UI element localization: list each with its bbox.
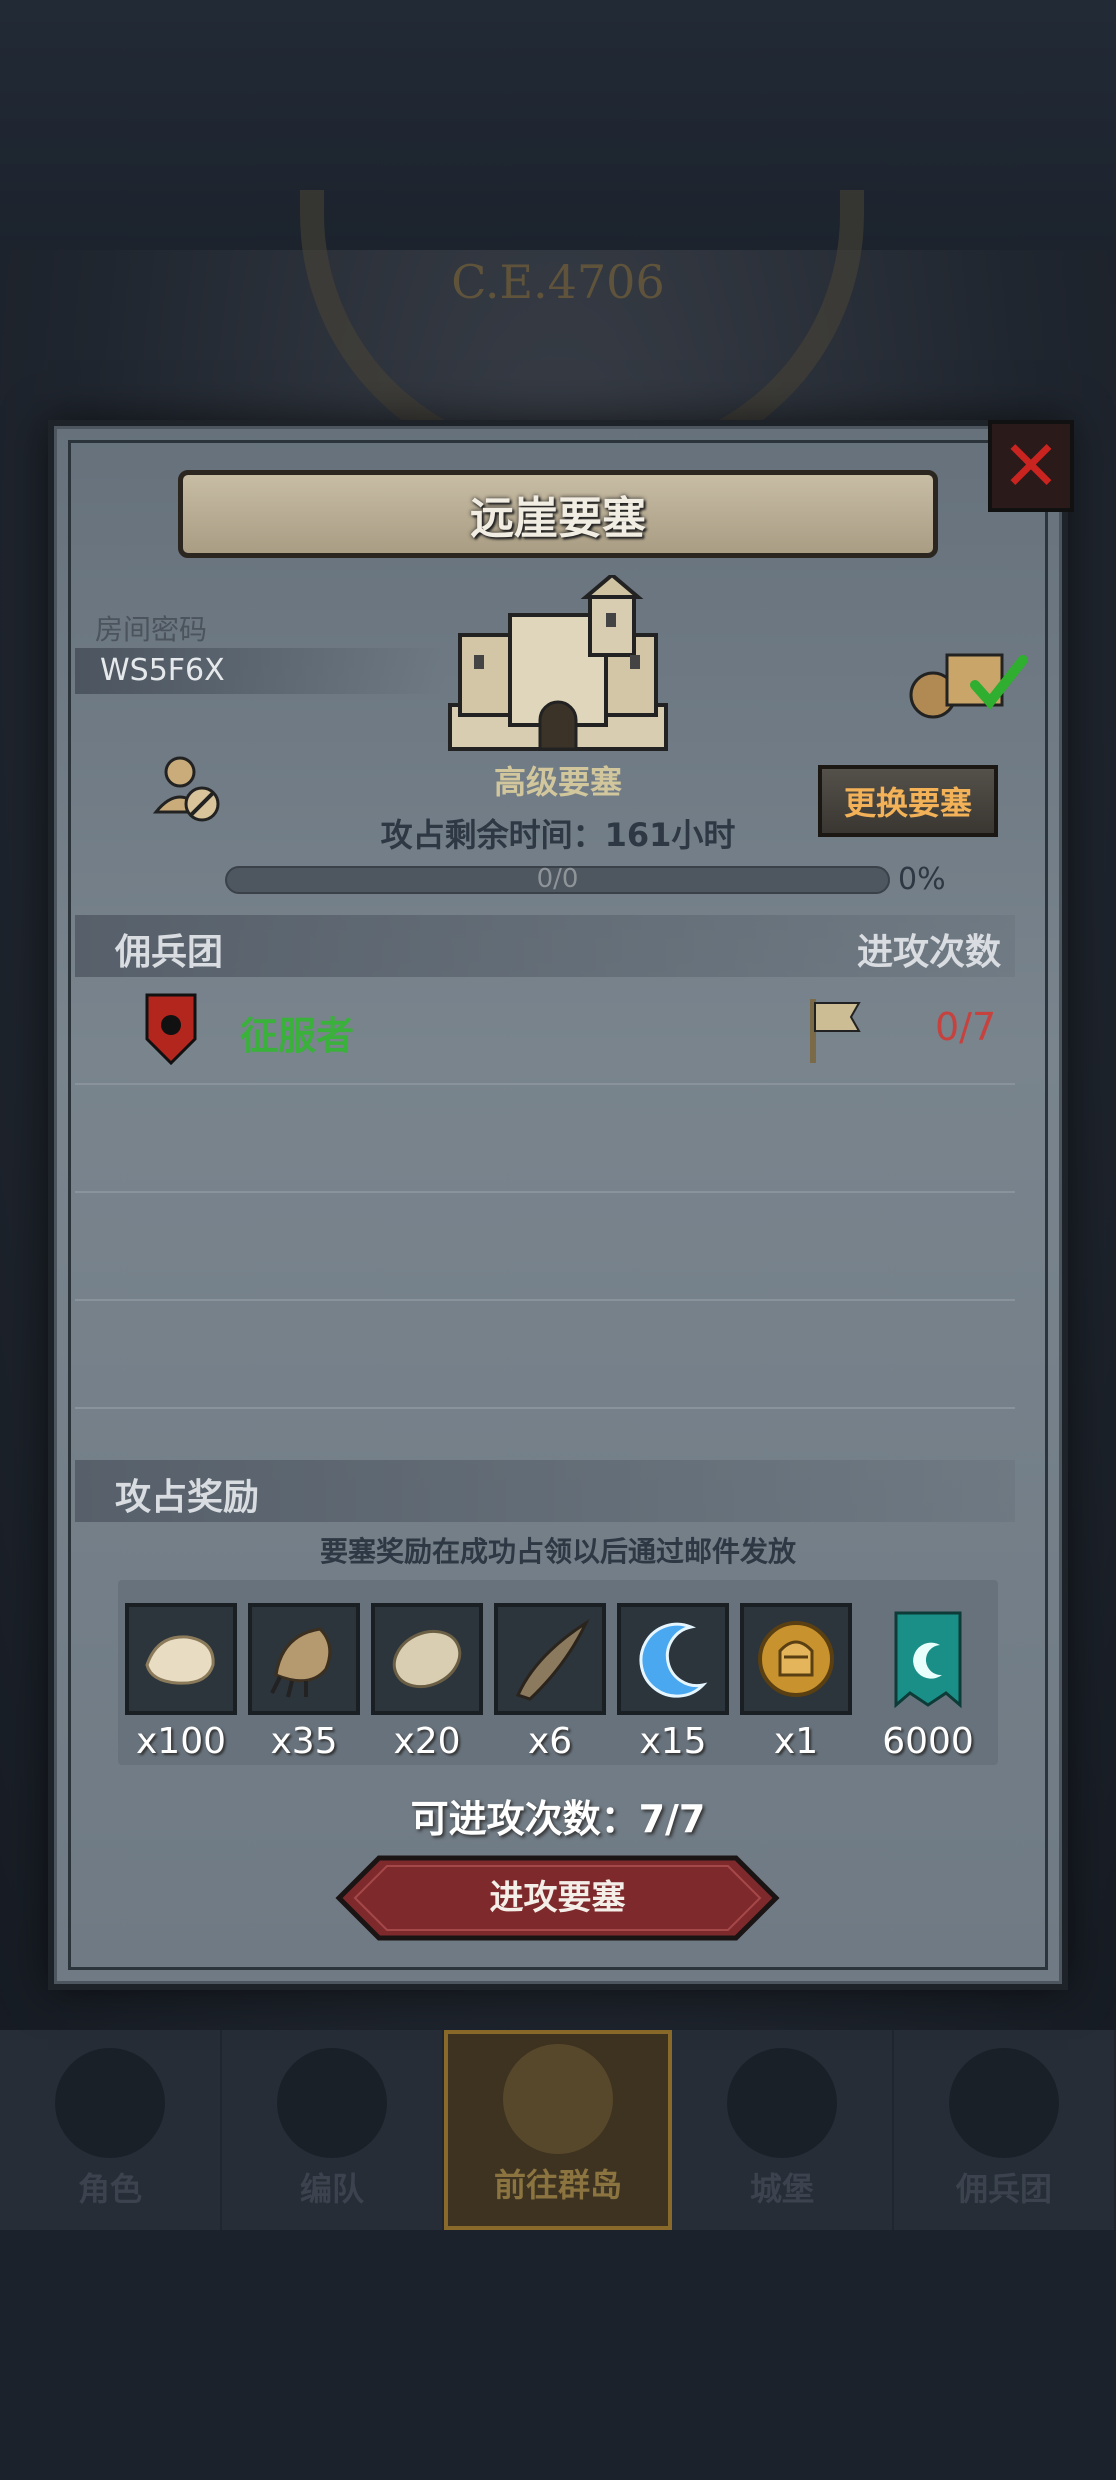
reward-qty: x6 [527,1721,573,1762]
reward-qty: x15 [639,1721,707,1762]
room-code-value[interactable]: WS5F6X [75,648,445,694]
reward-section-header: 攻占奖励 [75,1460,1015,1522]
reward-qty: x100 [135,1721,227,1762]
reward-item[interactable]: x6 [494,1603,606,1762]
empty-mercenary-slot [75,1299,1015,1409]
nav-item-mercenary[interactable]: 佣兵团 [894,2030,1116,2230]
beast-claw-icon [270,1627,332,1698]
reward-item[interactable]: x1 [740,1603,852,1762]
blue-crescent-icon [639,1622,708,1698]
reward-qty: x20 [393,1721,461,1762]
reward-qty: 6000 [882,1721,974,1762]
mercenary-header: 佣兵团 [115,932,224,973]
remaining-time: 攻占剩余时间：161小时 [380,816,736,854]
guild-banner-icon [894,1611,962,1709]
nav-item-islands[interactable]: 前往群岛 [444,2030,672,2230]
attack-count-header: 进攻次数 [856,932,1001,973]
flag-icon [810,999,861,1063]
nav-item-castle[interactable]: 城堡 [672,2030,894,2230]
reward-item[interactable]: 6000 [872,1603,984,1762]
scale-hide-icon [392,1629,462,1689]
progress-percent: 0% [898,862,946,897]
reward-item[interactable]: x100 [125,1603,237,1762]
reward-item[interactable]: x15 [617,1603,729,1762]
knight-icon [55,2048,165,2158]
attack-fortress-button[interactable]: 进攻要塞 [335,1855,780,1941]
modal-title: 远崖要塞 [178,470,938,558]
shield-icon [145,993,197,1065]
bottom-nav: 角色 编队 前往群岛 城堡 佣兵团 [0,2030,1116,2230]
nav-label: 编队 [299,2170,364,2208]
mercenary-row[interactable]: 征服者 0/7 [75,975,1015,1085]
knight-medal-icon [758,1621,834,1697]
reward-qty: x35 [270,1721,338,1762]
close-button[interactable]: ✕ [988,420,1074,512]
nav-label: 前往群岛 [493,2166,622,2204]
reward-qty: x1 [773,1721,819,1762]
nav-item-formation[interactable]: 编队 [222,2030,444,2230]
nav-label: 角色 [77,2170,142,2208]
empty-mercenary-slot [75,1191,1015,1301]
nav-label: 佣兵团 [955,2170,1052,2208]
mercenary-section-header: 佣兵团 进攻次数 [75,915,1015,977]
reward-note: 要塞奖励在成功占领以后通过邮件发放 [319,1535,796,1568]
horn-icon [515,1618,590,1701]
reward-header: 攻占奖励 [115,1477,260,1518]
close-icon: ✕ [1001,425,1061,507]
supplies-ready-icon[interactable] [905,640,1030,720]
fur-pelt-icon [145,1635,215,1685]
nav-label: 城堡 [749,2170,814,2208]
mercenary-attack-count: 0/7 [935,1005,997,1049]
empty-mercenary-slot [75,1083,1015,1193]
attack-button-label: 进攻要塞 [489,1878,626,1918]
reward-item[interactable]: x20 [371,1603,483,1762]
nav-item-character[interactable]: 角色 [0,2030,222,2230]
helmet-icon [277,2048,387,2158]
era-label: C.E.4706 [451,255,665,309]
castle-icon [727,2048,837,2158]
mercenary-name: 征服者 [240,1014,355,1058]
attack-remaining: 可进攻次数：7/7 [410,1797,706,1841]
mercenary-icon [949,2048,1059,2158]
reward-item[interactable]: x35 [248,1603,360,1762]
fortress-icon [448,575,668,751]
compass-icon [503,2044,613,2154]
progress-text: 0/0 [536,864,579,894]
room-code-label: 房间密码 [95,613,208,646]
